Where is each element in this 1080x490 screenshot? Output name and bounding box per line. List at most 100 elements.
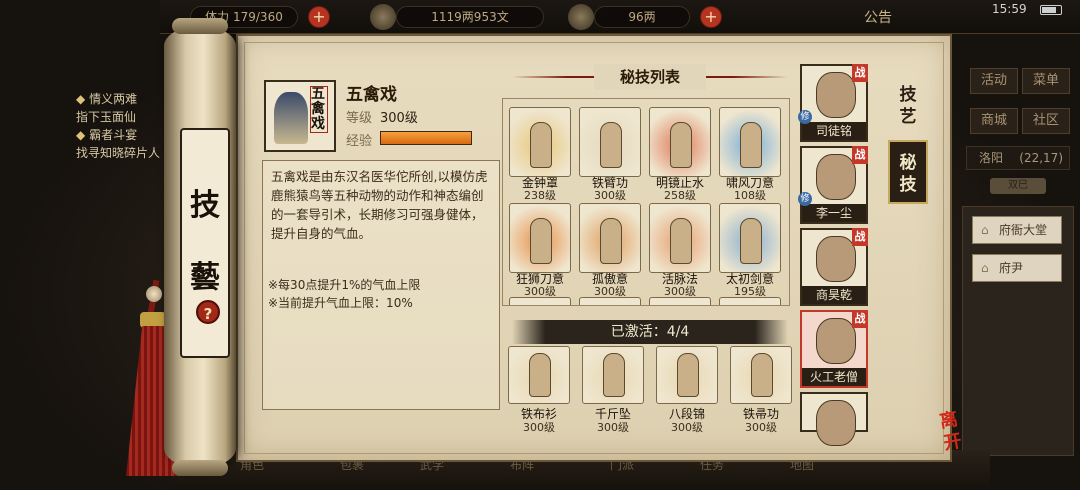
battle-badge: 战	[852, 228, 868, 246]
skill-card-level: 238级	[524, 189, 556, 202]
hero-face	[816, 318, 856, 364]
menu-button-shop[interactable]: 商城	[970, 108, 1018, 134]
skill-card-level: 300级	[664, 285, 696, 298]
skill-description: 五禽戏是由东汉名医华佗所创,以模仿虎鹿熊猿鸟等五种动物的动作和神态编创的一套导引…	[271, 169, 488, 241]
diamond-icon: ◆	[76, 92, 86, 106]
skill-card[interactable]: 狂狮刀意 300级	[509, 203, 571, 297]
skill-card-art[interactable]	[509, 297, 571, 305]
hero-name: 李一尘	[802, 204, 866, 222]
hero-portrait[interactable]	[800, 392, 868, 446]
hero-face	[816, 154, 856, 200]
fighter-figure-icon	[600, 122, 622, 168]
training-marker-icon: 修	[798, 110, 812, 124]
skill-card[interactable]: 太初剑意 195级	[719, 203, 781, 297]
hero-portrait[interactable]: 商昊乾 战	[800, 228, 868, 306]
battery-icon	[1040, 5, 1062, 15]
skill-figure-icon	[274, 92, 308, 144]
hero-face	[816, 400, 856, 446]
hero-name: 商昊乾	[802, 286, 866, 304]
battle-badge: 战	[852, 310, 868, 328]
city-sub-label: 双巳	[990, 178, 1046, 194]
skill-card-level: 300级	[745, 421, 777, 434]
fighter-figure-icon	[600, 218, 622, 264]
skill-grid[interactable]: 金钟罩 238级 铁臂功 300级 明镜止水 258级 啸风刀意 108级狂狮刀意 300级 孤傲…	[502, 98, 790, 306]
skill-card-art	[509, 107, 571, 177]
skill-card[interactable]: 活脉法 300级	[649, 203, 711, 297]
hero-portrait[interactable]: 火工老僧 战	[800, 310, 868, 388]
scroll-rod-cap	[172, 460, 228, 476]
skill-card[interactable]: 金钟罩 238级	[509, 107, 571, 201]
skill-card[interactable]: 铁臂功 300级	[579, 107, 641, 201]
exp-bar-fill	[381, 132, 471, 144]
quest-detail: 指下玉面仙	[76, 110, 137, 124]
skill-card-art	[579, 107, 641, 177]
level-value: 300级	[380, 111, 418, 126]
skill-name: 五禽戏	[346, 85, 397, 105]
skill-card-art	[582, 346, 644, 404]
menu-button-community[interactable]: 社区	[1022, 108, 1070, 134]
skill-card-level: 300级	[671, 421, 703, 434]
add-ingot-button[interactable]: +	[700, 6, 722, 28]
skill-icon: 五禽戏	[264, 80, 336, 152]
skill-card-level: 300级	[597, 421, 629, 434]
skill-card-level: 300级	[594, 285, 626, 298]
ingot-counter: 96两	[594, 6, 690, 28]
battle-badge: 战	[852, 146, 868, 164]
skill-card-art	[719, 203, 781, 273]
skill-card-art[interactable]	[719, 297, 781, 305]
skill-card-art	[649, 203, 711, 273]
scroll-title-char: 藝	[190, 260, 220, 295]
tab-secret-skills[interactable]: 秘技	[888, 140, 928, 204]
skill-card-art[interactable]	[579, 297, 641, 305]
skill-card-level: 300级	[524, 285, 556, 298]
city-coords: (22,17)	[1019, 151, 1063, 165]
hero-name: 司徒铭	[802, 122, 866, 140]
city-location: 洛阳 (22,17)	[966, 146, 1070, 170]
skill-card-art	[509, 203, 571, 273]
city-name: 洛阳	[979, 151, 1004, 165]
activated-skill-card[interactable]: 八段锦 300级	[656, 346, 718, 436]
hero-face	[816, 72, 856, 118]
help-icon[interactable]: ?	[196, 300, 220, 324]
clock: 15:59	[992, 2, 1027, 16]
fighter-figure-icon	[677, 353, 699, 397]
leave-button[interactable]: 离开	[924, 406, 977, 459]
skill-card-level: 300级	[594, 189, 626, 202]
fighter-figure-icon	[530, 122, 552, 168]
skill-card[interactable]: 孤傲意 300级	[579, 203, 641, 297]
skill-card[interactable]: 明镜止水 258级	[649, 107, 711, 201]
fighter-figure-icon	[740, 218, 762, 264]
add-stamina-button[interactable]: +	[308, 6, 330, 28]
skill-card-art	[508, 346, 570, 404]
diamond-icon: ◆	[76, 128, 86, 142]
skill-card-level: 258级	[664, 189, 696, 202]
skill-card-level: 108级	[734, 189, 766, 202]
ingot-icon	[568, 4, 594, 30]
skill-card-art	[730, 346, 792, 404]
skill-note: ※每30点提升1%的气血上限	[268, 278, 421, 292]
fighter-figure-icon	[740, 122, 762, 168]
skill-card[interactable]: 啸风刀意 108级	[719, 107, 781, 201]
menu-button-activity[interactable]: 活动	[970, 68, 1018, 94]
hero-portrait[interactable]: 司徒铭 战修	[798, 64, 868, 142]
notice-button[interactable]: 公告	[864, 7, 892, 27]
quest-log[interactable]: ◆ 情义两难 指下玉面仙 ◆ 霸者斗宴 找寻知晓碎片人	[76, 90, 176, 162]
skill-card-art	[649, 107, 711, 177]
skill-card-name: 铁布衫	[520, 407, 557, 421]
activated-skill-card[interactable]: 铁布衫 300级	[508, 346, 570, 436]
exp-label: 经验	[346, 134, 373, 149]
quest-detail: 找寻知晓碎片人	[76, 146, 161, 160]
location-button[interactable]: 府衙大堂	[972, 216, 1062, 244]
scroll-title-char: 技	[190, 188, 220, 223]
tab-skills[interactable]: 技艺	[888, 74, 928, 138]
skill-card-art[interactable]	[649, 297, 711, 305]
money-counter: 1119两953文	[396, 6, 544, 28]
hero-name: 火工老僧	[802, 368, 866, 386]
activated-skill-card[interactable]: 千斤坠 300级	[582, 346, 644, 436]
location-button[interactable]: 府尹	[972, 254, 1062, 282]
menu-button-menu[interactable]: 菜单	[1022, 68, 1070, 94]
fighter-figure-icon	[751, 353, 773, 397]
hero-portrait[interactable]: 李一尘 战修	[798, 146, 868, 224]
activated-skill-card[interactable]: 铁帚功 300级	[730, 346, 792, 436]
stamina-value: 179/360	[232, 10, 283, 24]
